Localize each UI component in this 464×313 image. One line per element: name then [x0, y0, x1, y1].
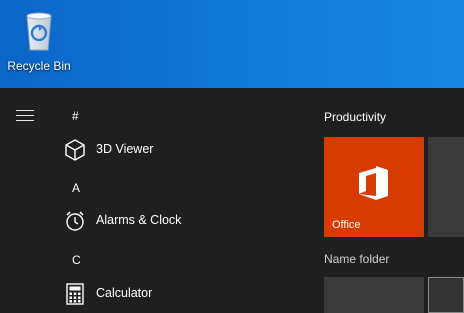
recycle-bin-icon	[26, 12, 52, 51]
app-calculator[interactable]: Calculator	[58, 276, 288, 312]
app-alarms-clock[interactable]: Alarms & Clock	[58, 203, 288, 239]
tile-folder-1[interactable]	[324, 277, 424, 313]
recycle-bin-shortcut[interactable]: Recycle Bin	[6, 4, 72, 82]
app-label-3d-viewer: 3D Viewer	[96, 142, 154, 156]
tile-partial-right[interactable]	[428, 137, 464, 237]
group-letter-c[interactable]: C	[72, 253, 81, 267]
app-3d-viewer[interactable]: 3D Viewer	[58, 132, 288, 168]
recycle-bin-label: Recycle Bin	[7, 59, 71, 73]
tile-folder-2[interactable]	[428, 277, 464, 313]
app-list: # 3D Viewer A Alarms & Clock C Calculato…	[58, 88, 298, 313]
tile-office-label: Office	[332, 219, 361, 231]
hamburger-menu-icon[interactable]	[16, 110, 34, 122]
alarm-clock-icon	[63, 209, 87, 233]
tile-group-title[interactable]: Productivity	[324, 110, 386, 124]
start-menu: # 3D Viewer A Alarms & Clock C Calculato…	[0, 88, 464, 313]
group-letter-hash[interactable]: #	[72, 109, 79, 123]
tile-area: Productivity Office Name folder	[324, 88, 464, 313]
cube-icon	[63, 138, 87, 162]
app-label-alarms-clock: Alarms & Clock	[96, 213, 182, 227]
office-icon	[356, 165, 390, 206]
app-label-calculator: Calculator	[96, 286, 153, 300]
folder-name-label[interactable]: Name folder	[324, 252, 389, 266]
desktop-background: Recycle Bin	[0, 0, 464, 88]
group-letter-a[interactable]: A	[72, 181, 80, 195]
tile-office[interactable]: Office	[324, 137, 424, 237]
calculator-icon	[63, 282, 87, 306]
